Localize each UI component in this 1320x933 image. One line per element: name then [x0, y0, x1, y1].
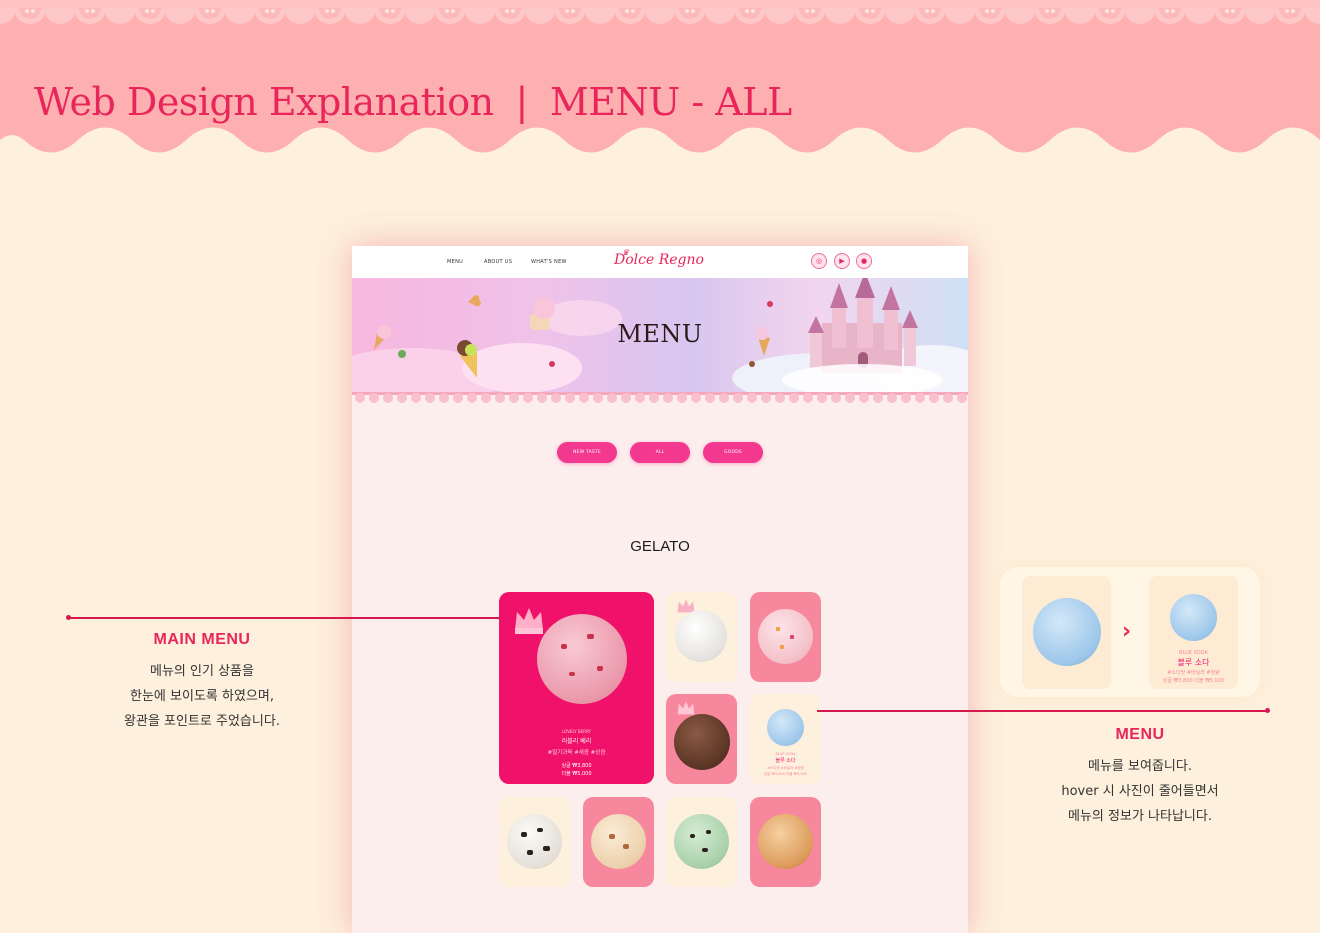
lace-trim [352, 392, 968, 403]
featured-eng-name: LOVELY BERRY [562, 729, 591, 734]
youtube-icon[interactable]: ▶ [834, 253, 850, 269]
category-tabs: NEW TASTE ALL GOODS [352, 442, 968, 464]
menu-card[interactable] [750, 797, 821, 887]
ice-cream-scoop-image [1170, 594, 1217, 641]
hover-after-card: BLUE SODA 블루 소다 #소다맛 #바닐라 #청량 싱글 ₩3,800 … [1149, 576, 1238, 689]
website-mockup: MENU ABOUT US WHAT'S NEW ♛ Dolce Regno ◎… [352, 246, 968, 933]
nav-menu[interactable]: MENU [447, 259, 463, 265]
featured-name: 러블리 베리 [561, 738, 592, 745]
section-title-gelato: GELATO [630, 538, 690, 555]
main-menu-description: 메뉴의 인기 상품을 한눈에 보이도록 하였으며, 왕관을 포인트로 주었습니다… [52, 659, 352, 734]
ice-cream-scoop-image [758, 609, 813, 664]
ice-cream-scoop-image [674, 714, 730, 770]
site-logo[interactable]: ♛ Dolce Regno [604, 248, 714, 276]
title-left: Web Design Explanation [34, 80, 494, 124]
ice-cream-scoop-image [507, 814, 562, 869]
featured-menu-card[interactable]: LOVELY BERRY 러블리 베리 #딸기과육 #새콤 #상큼 싱글 ₩3,… [499, 592, 654, 784]
header-banner: Web Design Explanation | MENU - ALL [0, 0, 1320, 170]
ice-cream-scoop-image [674, 814, 729, 869]
hover-demo-tags: #소다맛 #바닐라 #청량 [1167, 670, 1220, 676]
ice-cream-scoop-image [537, 614, 627, 704]
hover-demo-eng-name: BLUE SODA [1179, 650, 1208, 656]
title-right: MENU - ALL [549, 80, 792, 124]
hover-tags: #소다맛 #바닐라 #청량 [767, 766, 804, 770]
tab-new-taste[interactable]: NEW TASTE [557, 442, 617, 463]
hero-title: MENU [617, 320, 703, 348]
featured-tags: #딸기과육 #새콤 #상큼 [547, 750, 606, 756]
ice-cream-scoop-image [1033, 598, 1101, 666]
menu-line-2: hover 시 사진이 줄어들면서 [1061, 784, 1219, 799]
nav-whats-new[interactable]: WHAT'S NEW [531, 259, 567, 265]
menu-line-1: 메뉴를 보여줍니다. [1088, 759, 1192, 774]
hover-name: 블루 소다 [775, 758, 796, 764]
menu-line-3: 메뉴의 정보가 나타납니다. [1068, 809, 1212, 824]
hero-banner: MENU [352, 278, 968, 394]
menu-card[interactable] [666, 797, 737, 887]
crown-icon [513, 606, 543, 634]
kakao-icon[interactable]: ● [856, 253, 872, 269]
hover-demo-price: 싱글 ₩3,800 더블 ₩5,000 [1162, 678, 1225, 684]
menu-card[interactable] [750, 592, 821, 682]
page-title: Web Design Explanation | MENU - ALL [34, 80, 792, 124]
main-menu-pointer-line [68, 617, 500, 619]
title-separator: | [515, 80, 529, 124]
menu-pointer-line [817, 710, 1267, 712]
hover-before-card [1022, 576, 1111, 689]
main-menu-line-1: 메뉴의 인기 상품을 [150, 664, 254, 679]
menu-card[interactable] [666, 694, 737, 784]
menu-card[interactable] [499, 797, 570, 887]
menu-description: 메뉴를 보여줍니다. hover 시 사진이 줄어들면서 메뉴의 정보가 나타납… [990, 754, 1290, 829]
crown-icon: ♛ [622, 248, 630, 257]
hover-demo-panel: › BLUE SODA 블루 소다 #소다맛 #바닐라 #청량 싱글 ₩3,80… [1000, 567, 1260, 697]
hover-eng-name: BLUE SODA [775, 752, 796, 756]
nav-about-us[interactable]: ABOUT US [484, 259, 512, 265]
menu-title: MENU [1115, 726, 1165, 743]
hover-price: 싱글 ₩3,800 더블 ₩5,000 [763, 772, 808, 776]
ice-cream-scoop-image [675, 610, 727, 662]
main-menu-line-2: 한눈에 보이도록 하였으며, [130, 689, 274, 704]
instagram-icon[interactable]: ◎ [811, 253, 827, 269]
featured-price-double: 더블 ₩5,000 [561, 771, 592, 777]
ice-cream-scoop-image [591, 814, 646, 869]
menu-card[interactable] [666, 592, 737, 682]
featured-price-single: 싱글 ₩3,800 [561, 763, 592, 769]
main-menu-title: MAIN MENU [153, 631, 251, 648]
ice-cream-scoop-image [767, 709, 804, 746]
arrow-right-icon: › [1122, 619, 1132, 644]
tab-all[interactable]: ALL [630, 442, 690, 463]
hover-demo-name: 블루 소다 [1177, 658, 1210, 667]
menu-card[interactable] [583, 797, 654, 887]
tab-goods[interactable]: GOODS [703, 442, 763, 463]
site-nav: MENU ABOUT US WHAT'S NEW ♛ Dolce Regno ◎… [352, 246, 968, 278]
menu-card-hover[interactable]: BLUE SODA 블루 소다 #소다맛 #바닐라 #청량 싱글 ₩3,800 … [750, 694, 821, 784]
menu-pointer-dot [1265, 708, 1270, 713]
ice-cream-scoop-image [758, 814, 813, 869]
main-menu-line-3: 왕관을 포인트로 주었습니다. [124, 714, 280, 729]
